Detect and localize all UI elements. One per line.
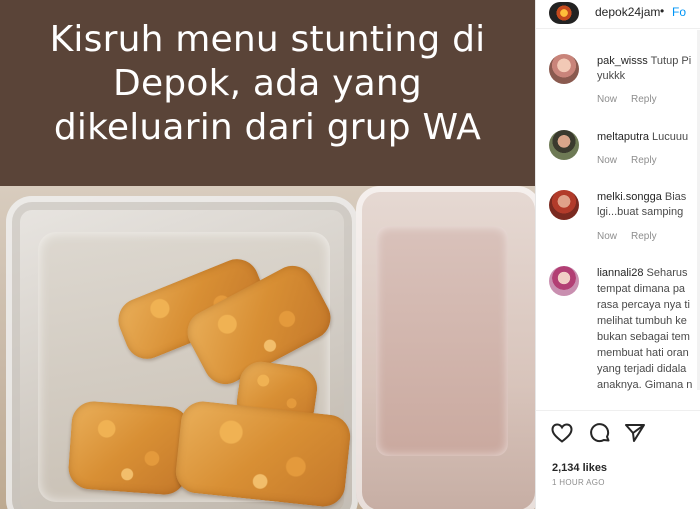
comment-text-continued: melihat tumbuh ke <box>597 315 687 327</box>
commenter-avatar[interactable] <box>549 130 579 160</box>
nugget <box>173 399 353 509</box>
account-avatar[interactable] <box>549 2 579 24</box>
comment-text: melki.songga Bias <box>597 190 700 205</box>
comment-body: Bias <box>664 191 687 203</box>
post-actions: 2,134 likes 1 HOUR AGO <box>536 410 700 510</box>
caption-line: Depok, ada yang <box>113 63 422 104</box>
comment-username[interactable]: melki.songga <box>597 191 662 203</box>
comment-meta: Now Reply <box>597 155 671 166</box>
commenter-avatar[interactable] <box>549 190 579 220</box>
food-photo <box>0 186 535 509</box>
comment-username[interactable]: liannali28 <box>597 267 643 279</box>
nugget <box>67 399 191 497</box>
comments-sidebar: depok24jam • Fo pak_wisss Tutup Pi yukkk… <box>535 0 700 510</box>
comment-text: pak_wisss Tutup Pi <box>597 54 700 69</box>
container-lid <box>356 186 535 509</box>
comment-time: Now <box>597 155 618 166</box>
caption-line: dikeluarin dari grup WA <box>53 107 482 148</box>
comment-text-continued: yang terjadi didala <box>597 363 687 375</box>
comment-time: Now <box>597 231 618 242</box>
comment-text-continued: anaknya. Gimana n <box>597 379 693 391</box>
paper-plane-icon[interactable] <box>623 421 647 445</box>
lid-interior <box>376 226 508 456</box>
reply-button[interactable]: Reply <box>631 155 657 166</box>
post-header: depok24jam • Fo <box>536 0 700 29</box>
comment-text-continued: tempat dimana pa <box>597 283 686 295</box>
comment-username[interactable]: meltaputra <box>597 131 649 143</box>
comment-body: Tutup Pi <box>650 55 692 67</box>
comment-meta: Now Reply <box>597 94 671 105</box>
comment-text-continued: lgi...buat samping <box>597 206 684 218</box>
comment-username[interactable]: pak_wisss <box>597 55 648 67</box>
comment-body: Seharus <box>646 267 688 279</box>
post-image[interactable]: Kisruh menu stunting di Depok, ada yang … <box>0 0 535 509</box>
comment-text: meltaputra Lucuuu <box>597 130 700 145</box>
comment-text-continued: bukan sebagai tem <box>597 331 690 343</box>
account-username[interactable]: depok24jam <box>595 5 660 19</box>
comment-text-continued: yukkk <box>597 70 626 82</box>
follow-button[interactable]: Fo <box>672 5 686 19</box>
caption-line: Kisruh menu stunting di <box>49 19 486 60</box>
separator-dot: • <box>660 4 665 18</box>
post-timestamp: 1 HOUR AGO <box>552 478 605 487</box>
commenter-avatar[interactable] <box>549 266 579 296</box>
comment-text: liannali28 Seharus <box>597 266 700 281</box>
reply-button[interactable]: Reply <box>631 94 657 105</box>
commenter-avatar[interactable] <box>549 54 579 84</box>
caption-band: Kisruh menu stunting di Depok, ada yang … <box>0 0 535 186</box>
heart-icon[interactable] <box>550 421 574 445</box>
comment-meta: Now Reply <box>597 231 671 242</box>
comment-body: Lucuuu <box>652 131 689 143</box>
comment-text-continued: rasa percaya nya ti <box>597 299 690 311</box>
reply-button[interactable]: Reply <box>631 231 657 242</box>
comment-time: Now <box>597 94 618 105</box>
post-caption: Kisruh menu stunting di Depok, ada yang … <box>0 18 535 150</box>
likes-count[interactable]: 2,134 likes <box>552 462 607 474</box>
comment-text-continued: membuat hati oran <box>597 347 689 359</box>
comment-bubble-icon[interactable] <box>588 421 612 445</box>
